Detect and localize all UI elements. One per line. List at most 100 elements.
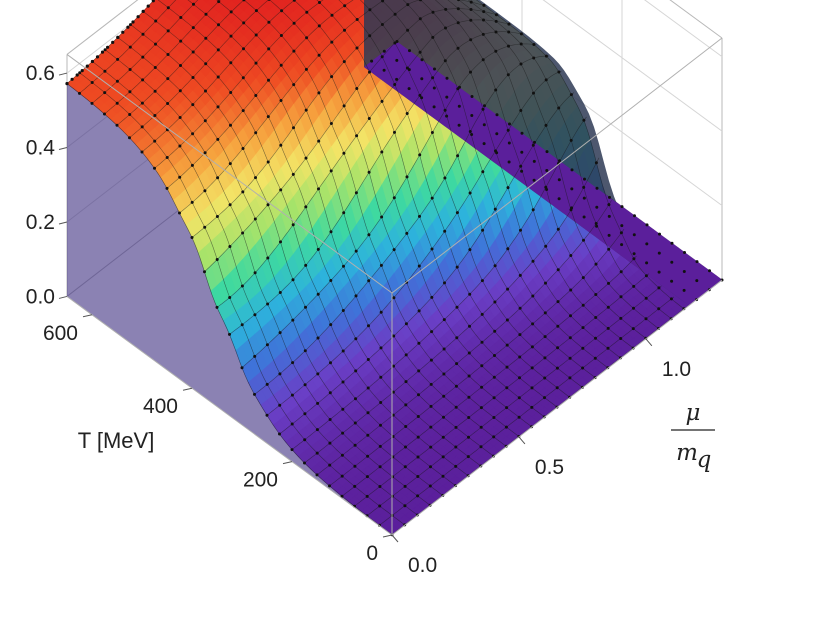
sample-point	[267, 47, 271, 51]
sample-point	[407, 87, 411, 91]
sample-point-edge	[106, 45, 110, 49]
sample-point	[355, 46, 359, 50]
sample-point	[341, 431, 345, 435]
sample-point	[432, 105, 436, 109]
sample-point	[405, 231, 409, 235]
sample-point	[520, 150, 524, 154]
sample-point	[570, 187, 574, 191]
sample-point	[482, 10, 486, 14]
sample-point	[203, 225, 207, 229]
sample-point-edge	[136, 15, 140, 19]
sample-point	[632, 252, 636, 256]
sample-point	[191, 26, 195, 30]
sample-point	[458, 85, 461, 89]
T-axis-title: T [MeV]	[78, 428, 155, 453]
sample-point	[316, 372, 320, 376]
chart-stage: 0.0 0.2 0.4 0.6 0 200 400 600 0.0 0.5 1.0 T [MeV] μ m…	[0, 0, 830, 625]
sample-point	[192, 2, 195, 6]
sample-point	[316, 292, 320, 296]
sample-point	[328, 484, 331, 488]
sample-point	[532, 43, 536, 46]
sample-point	[470, 114, 474, 117]
sample-point	[279, 99, 283, 102]
sample-point	[608, 195, 611, 199]
sample-point	[492, 416, 496, 419]
sample-point	[342, 211, 346, 215]
sample-point	[404, 425, 408, 428]
sample-point	[166, 6, 170, 10]
sample-point	[506, 247, 510, 251]
sample-point	[416, 475, 420, 478]
sample-point	[278, 372, 282, 376]
sample-point	[395, 77, 399, 81]
sample-point	[178, 89, 182, 93]
sample-point	[329, 279, 333, 282]
sample-point	[217, 23, 220, 27]
sample-point	[90, 101, 94, 105]
sample-point	[416, 455, 420, 459]
sample-point	[520, 131, 524, 135]
sample-point	[366, 358, 370, 361]
sample-point	[404, 322, 408, 326]
sample-point-edge	[121, 30, 125, 34]
sample-point	[204, 12, 208, 16]
sample-point	[303, 412, 307, 416]
sample-point	[531, 208, 535, 212]
sample-point	[265, 382, 269, 386]
sample-point	[619, 316, 623, 320]
z-tick-label: 0.0	[26, 285, 55, 308]
sample-point	[141, 78, 145, 82]
sample-point	[456, 46, 460, 50]
sample-point	[532, 159, 536, 163]
sample-point	[417, 393, 420, 397]
sample-point	[304, 67, 308, 71]
sample-point	[140, 101, 144, 105]
sample-point	[428, 484, 432, 488]
sample-point	[166, 77, 170, 81]
sample-point	[430, 131, 434, 134]
sample-point	[329, 230, 333, 234]
sample-point	[443, 108, 447, 112]
sample-point	[279, 143, 283, 147]
sample-point	[507, 22, 511, 26]
sample-point	[519, 42, 523, 46]
z-tick	[58, 295, 68, 299]
sample-point	[368, 8, 372, 12]
sample-point	[431, 35, 435, 39]
sample-point	[669, 297, 673, 301]
sample-point	[607, 203, 611, 207]
sample-point	[392, 248, 396, 252]
sample-point	[545, 150, 549, 154]
sample-point	[216, 105, 220, 109]
sample-point	[305, 36, 309, 40]
sample-point	[378, 504, 382, 508]
sample-point	[555, 386, 559, 390]
sample-point	[517, 415, 521, 419]
sample-point	[493, 264, 497, 268]
sample-point	[570, 168, 574, 172]
sample-point	[619, 295, 623, 299]
sample-point	[480, 279, 484, 283]
sample-point	[606, 305, 610, 309]
sample-point	[442, 318, 446, 322]
sample-point	[379, 346, 383, 350]
sample-point	[417, 264, 421, 268]
sample-point	[417, 369, 421, 373]
T-tick-label: 400	[143, 395, 178, 418]
sample-point	[518, 376, 521, 380]
sample-point	[482, 142, 486, 146]
mu-axis-denominator-sub: q	[697, 447, 712, 473]
sample-point	[303, 438, 307, 442]
sample-point-edge	[95, 55, 100, 59]
sample-point	[379, 375, 383, 379]
sample-point	[393, 12, 397, 16]
sample-point	[330, 40, 334, 44]
sample-point	[519, 109, 523, 112]
sample-point	[292, 126, 295, 130]
sample-point	[266, 160, 270, 164]
sample-point	[204, 62, 208, 66]
sample-point	[607, 281, 610, 285]
sample-point	[392, 296, 396, 300]
sample-point	[395, 40, 399, 43]
sample-point	[291, 361, 295, 365]
